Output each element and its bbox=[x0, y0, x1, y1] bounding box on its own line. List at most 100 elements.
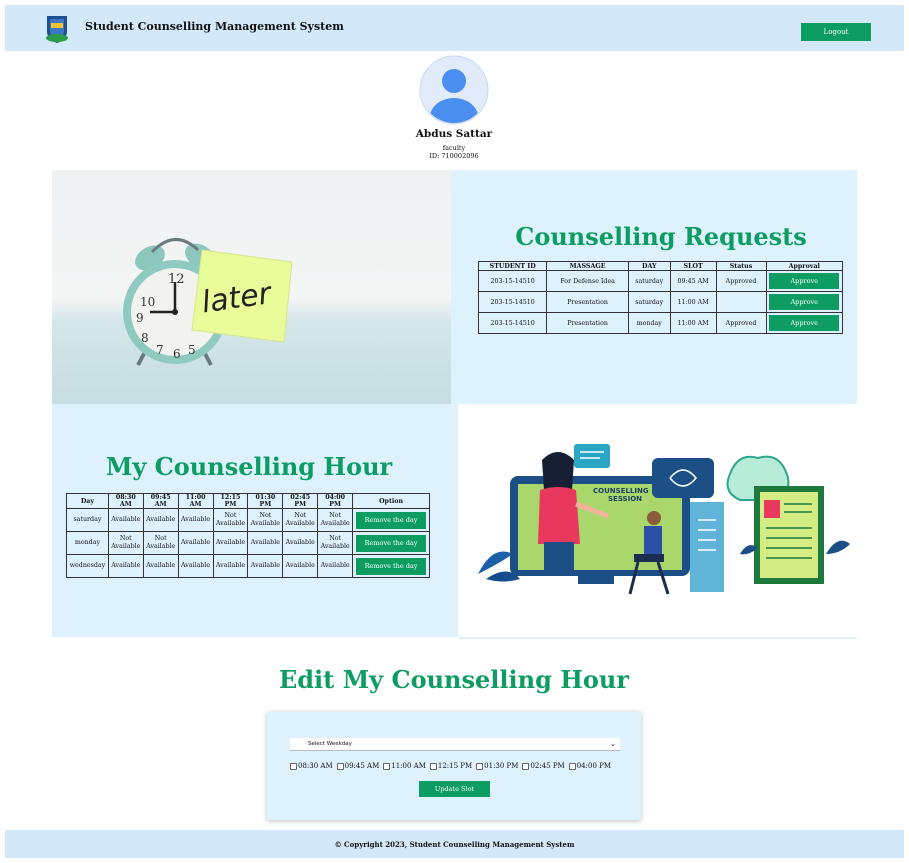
university-logo-icon bbox=[46, 16, 68, 43]
slot-cell: Available bbox=[247, 554, 284, 578]
student-id-cell: 203-15-14510 bbox=[477, 312, 548, 334]
screen-text-1: COUNSELLING bbox=[593, 487, 649, 495]
slot-cell: Not Available bbox=[317, 531, 354, 555]
slot-cell: Available bbox=[317, 554, 354, 578]
status-cell: Approved bbox=[715, 312, 767, 334]
remove-day-button[interactable]: Remove the day bbox=[356, 511, 427, 529]
column-header: 04:00 PM bbox=[317, 493, 354, 509]
brand-title: Student Counselling Management System bbox=[85, 20, 344, 33]
checkbox[interactable] bbox=[383, 762, 391, 770]
svg-text:12: 12 bbox=[168, 272, 185, 287]
checkbox[interactable] bbox=[336, 762, 344, 770]
slot-cell: Available bbox=[142, 508, 179, 532]
slot-label: 04:00 PM bbox=[576, 762, 611, 770]
column-header: 08:30 AM bbox=[107, 493, 144, 509]
day-cell: monday bbox=[66, 531, 109, 555]
day-cell: saturday bbox=[627, 270, 671, 292]
update-slot-button[interactable]: Update Slot bbox=[419, 781, 490, 797]
slot-cell: Not Available bbox=[317, 508, 354, 532]
weekday-select[interactable]: Select Weekday ⌄ bbox=[290, 738, 620, 751]
slot-label: 08:30 AM bbox=[298, 762, 333, 770]
slot-cell: Available bbox=[107, 508, 144, 532]
status-cell bbox=[715, 291, 767, 313]
slot-label: 01:30 PM bbox=[484, 762, 519, 770]
remove-day-button[interactable]: Remove the day bbox=[356, 557, 427, 575]
edit-hours-form: Select Weekday ⌄ 08:30 AM 09:45 AM 11:00… bbox=[267, 712, 641, 820]
slot-cell: Not Available bbox=[282, 508, 319, 532]
navbar: Student Counselling Management System Lo… bbox=[5, 5, 904, 51]
slot-cell: Not Available bbox=[142, 531, 179, 555]
column-header: STUDENT ID bbox=[477, 261, 548, 271]
profile-role: faculty bbox=[442, 144, 466, 152]
column-header: Approval bbox=[765, 261, 843, 271]
checkbox[interactable] bbox=[568, 762, 576, 770]
column-header: Option bbox=[352, 493, 430, 509]
column-header: MASSAGE bbox=[546, 261, 629, 271]
column-header: Status bbox=[715, 261, 767, 271]
slot-option[interactable]: 09:45 AM bbox=[336, 762, 379, 770]
approve-button[interactable]: Approve bbox=[769, 315, 840, 331]
slot-cell: Available bbox=[282, 531, 319, 555]
weekday-select-value: Select Weekday bbox=[308, 741, 352, 747]
slot-cell: Not Available bbox=[107, 531, 144, 555]
logout-button[interactable]: Logout bbox=[801, 23, 871, 41]
slot-cell: Available bbox=[177, 508, 214, 532]
column-header: 01:30 PM bbox=[247, 493, 284, 509]
svg-text:9: 9 bbox=[136, 311, 144, 325]
option-cell: Remove the day bbox=[352, 531, 430, 555]
approval-cell: Approve bbox=[765, 270, 843, 292]
slot-option[interactable]: 12:15 PM bbox=[429, 762, 472, 770]
svg-text:8: 8 bbox=[141, 331, 149, 345]
approve-button[interactable]: Approve bbox=[769, 294, 840, 310]
column-header: Day bbox=[66, 493, 109, 509]
checkbox[interactable] bbox=[476, 762, 484, 770]
slot-option[interactable]: 08:30 AM bbox=[290, 762, 333, 770]
slot-label: 02:45 PM bbox=[530, 762, 565, 770]
profile-id: ID: 710002096 bbox=[429, 152, 479, 160]
approve-button[interactable]: Approve bbox=[769, 273, 840, 289]
slot-checkbox-group: 08:30 AM 09:45 AM 11:00 AM 12:15 PM 01:3… bbox=[290, 762, 630, 770]
option-cell: Remove the day bbox=[352, 508, 430, 532]
slot-option[interactable]: 01:30 PM bbox=[476, 762, 518, 770]
avatar-icon bbox=[419, 55, 489, 125]
remove-day-button[interactable]: Remove the day bbox=[356, 534, 427, 552]
column-header: 12:15 PM bbox=[212, 493, 249, 509]
table-header-row: STUDENT ID MASSAGE DAY SLOT Status Appro… bbox=[477, 261, 843, 271]
table-header-row: Day 08:30 AM 09:45 AM 11:00 AM 12:15 PM … bbox=[66, 493, 430, 509]
table-row: saturday Available Available Available N… bbox=[66, 508, 430, 532]
screen-text-2: SESSION bbox=[608, 495, 642, 503]
alarm-clock-image: 12 10 9 8 7 6 5 later bbox=[52, 170, 451, 404]
slot-option[interactable]: 04:00 PM bbox=[568, 762, 611, 770]
slot-option[interactable]: 11:00 AM bbox=[383, 762, 426, 770]
column-header: 09:45 AM bbox=[142, 493, 179, 509]
table-row: 203-15-14510 Presentation monday 11:00 A… bbox=[477, 312, 843, 334]
slot-cell: Available bbox=[142, 554, 179, 578]
day-cell: saturday bbox=[66, 508, 109, 532]
slot-cell: Available bbox=[247, 531, 284, 555]
counselling-session-image: COUNSELLING SESSION bbox=[458, 404, 857, 639]
status-cell: Approved bbox=[715, 270, 767, 292]
column-header: DAY bbox=[627, 261, 671, 271]
student-id-cell: 203-15-14510 bbox=[477, 270, 548, 292]
copyright-text: © Copyright 2023, Student Counselling Ma… bbox=[334, 839, 575, 849]
footer: © Copyright 2023, Student Counselling Ma… bbox=[5, 830, 904, 858]
column-header: 02:45 PM bbox=[282, 493, 319, 509]
table-row: 203-15-14510 For Defense Idea saturday 0… bbox=[477, 270, 843, 292]
option-cell: Remove the day bbox=[352, 554, 430, 578]
slot-cell: Available bbox=[177, 531, 214, 555]
checkbox[interactable] bbox=[290, 762, 297, 770]
approval-cell: Approve bbox=[765, 291, 843, 313]
alarm-clock-illustration: 12 10 9 8 7 6 5 later bbox=[123, 238, 293, 366]
slot-cell: 09:45 AM bbox=[669, 270, 717, 292]
column-header: 11:00 AM bbox=[177, 493, 214, 509]
checkbox[interactable] bbox=[429, 762, 437, 770]
table-row: 203-15-14510 Presentation saturday 11:00… bbox=[477, 291, 843, 313]
requests-table: STUDENT ID MASSAGE DAY SLOT Status Appro… bbox=[477, 261, 843, 334]
slot-option[interactable]: 02:45 PM bbox=[522, 762, 565, 770]
svg-text:7: 7 bbox=[156, 343, 164, 357]
hours-title: My Counselling Hour bbox=[105, 452, 393, 481]
checkbox[interactable] bbox=[522, 762, 530, 770]
slot-label: 11:00 AM bbox=[391, 762, 426, 770]
svg-text:10: 10 bbox=[140, 295, 155, 309]
edit-hours-title: Edit My Counselling Hour bbox=[278, 665, 629, 694]
